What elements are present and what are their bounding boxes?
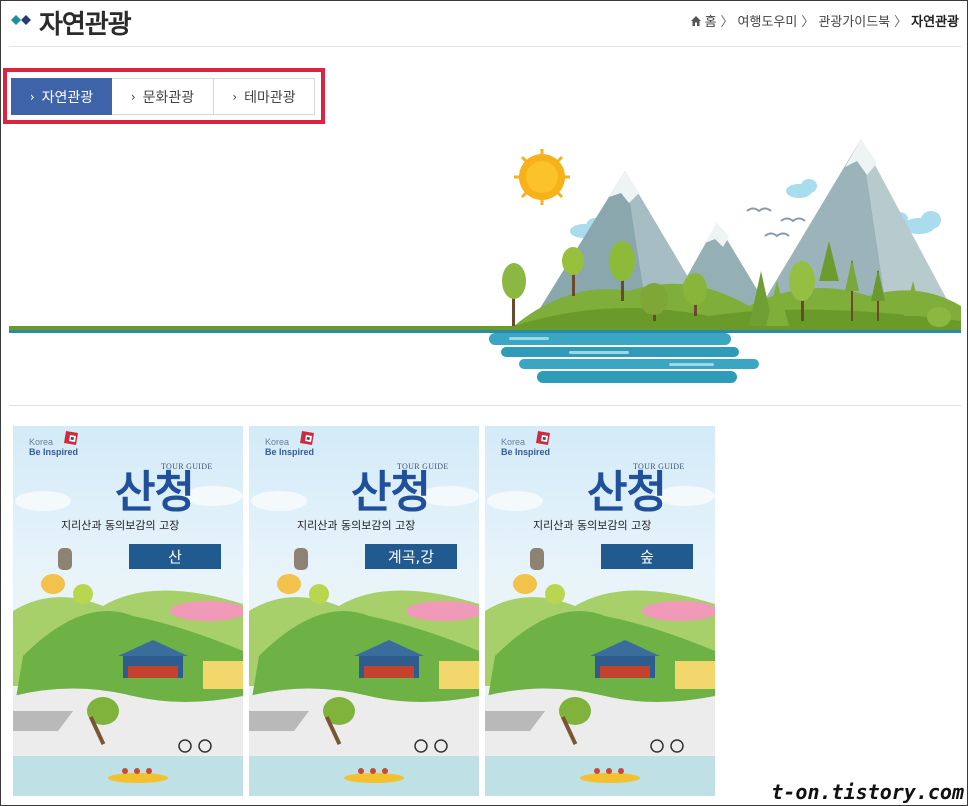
brand-logo: Korea Be Inspired bbox=[29, 437, 99, 461]
guidebook-card[interactable]: Korea Be Inspired TOUR GUIDE 산청 지리산과 동의보… bbox=[249, 426, 479, 796]
breadcrumb-separator: 〉 bbox=[720, 15, 734, 30]
home-icon bbox=[690, 15, 701, 26]
section-divider bbox=[9, 405, 961, 406]
breadcrumb-separator: 〉 bbox=[894, 15, 908, 30]
brand-be-inspired: Be Inspired bbox=[29, 447, 79, 457]
brand-be-inspired: Be Inspired bbox=[501, 447, 551, 457]
guidebook-title: 산청 bbox=[115, 467, 195, 518]
lake-illustration bbox=[489, 333, 759, 383]
chevron-right-icon: › bbox=[232, 89, 238, 104]
guidebook-category-badge: 계곡,강 bbox=[365, 544, 457, 569]
birds-icon bbox=[746, 207, 806, 238]
breadcrumb-home[interactable]: 홈 bbox=[705, 11, 717, 30]
category-tabs: › 자연관광 › 문화관광 › 테마관광 bbox=[11, 78, 315, 115]
brand-korea: Korea bbox=[265, 437, 290, 447]
breadcrumb: 홈 〉 여행도우미 〉 관광가이드북 〉 자연관광 bbox=[690, 11, 959, 30]
guidebook-subtitle: 지리산과 동의보감의 고장 bbox=[533, 519, 652, 532]
tab-culture-tourism[interactable]: › 문화관광 bbox=[112, 78, 214, 115]
diamond-bullet-icon bbox=[11, 15, 31, 25]
guidebook-title: 산청 bbox=[351, 467, 431, 518]
guidebook-category-badge: 숲 bbox=[601, 544, 693, 569]
brand-logo: Korea Be Inspired bbox=[501, 437, 571, 461]
guidebook-title: 산청 bbox=[587, 467, 667, 518]
sun-icon bbox=[514, 149, 570, 205]
tab-theme-tourism[interactable]: › 테마관광 bbox=[214, 78, 315, 115]
chevron-right-icon: › bbox=[29, 89, 35, 104]
guidebook-card[interactable]: Korea Be Inspired TOUR GUIDE 산청 지리산과 동의보… bbox=[485, 426, 715, 796]
brand-korea: Korea bbox=[29, 437, 54, 447]
tab-label: 문화관광 bbox=[142, 89, 195, 106]
page-title: 자연관광 bbox=[39, 10, 132, 40]
watermark-text: t-on.tistory.com bbox=[771, 780, 964, 804]
guidebook-subtitle: 지리산과 동의보감의 고장 bbox=[297, 519, 416, 532]
guidebook-card[interactable]: Korea Be Inspired TOUR GUIDE 산청 지리산과 동의보… bbox=[13, 426, 243, 796]
chevron-right-icon: › bbox=[130, 89, 136, 104]
tab-nature-tourism[interactable]: › 자연관광 bbox=[11, 78, 112, 115]
breadcrumb-current: 자연관광 bbox=[911, 15, 959, 30]
brand-logo: Korea Be Inspired bbox=[265, 437, 335, 461]
breadcrumb-item-guidebook[interactable]: 관광가이드북 bbox=[818, 11, 890, 30]
brand-be-inspired: Be Inspired bbox=[265, 447, 315, 457]
page-header: 자연관광 홈 〉 여행도우미 〉 관광가이드북 〉 자연관광 bbox=[9, 1, 961, 47]
breadcrumb-item-travel-helper[interactable]: 여행도우미 bbox=[738, 11, 798, 30]
page-frame: 자연관광 홈 〉 여행도우미 〉 관광가이드북 〉 자연관광 › 자연관광 › … bbox=[0, 0, 968, 806]
breadcrumb-separator: 〉 bbox=[801, 15, 815, 30]
tab-label: 자연관광 bbox=[41, 89, 94, 106]
nature-landscape-illustration bbox=[9, 139, 961, 383]
guidebook-subtitle: 지리산과 동의보감의 고장 bbox=[61, 519, 180, 532]
tab-label: 테마관광 bbox=[244, 89, 296, 106]
guidebook-category-badge: 산 bbox=[129, 544, 221, 569]
brand-korea: Korea bbox=[501, 437, 526, 447]
